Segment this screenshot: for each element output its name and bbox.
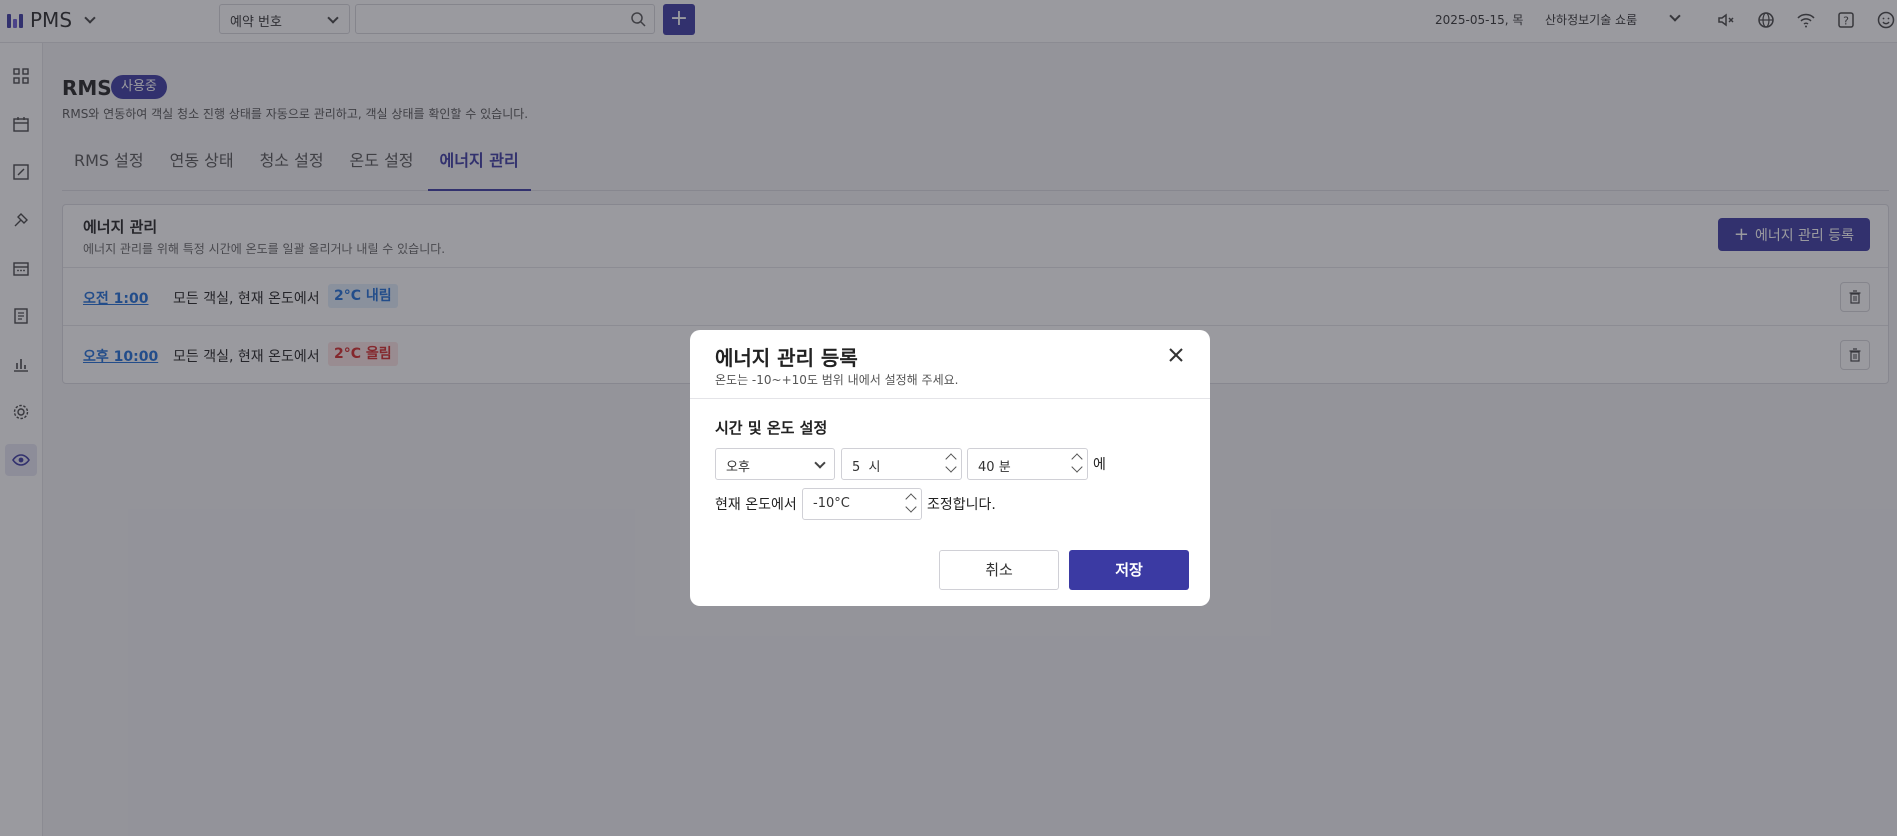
hour-value: 5 bbox=[852, 460, 861, 475]
hour-unit: 시 bbox=[868, 460, 881, 475]
minute-stepper[interactable]: 40 분 bbox=[967, 448, 1088, 480]
chevron-down-icon bbox=[814, 457, 826, 469]
dialog-subtitle: 온도는 -10~+10도 범위 내에서 설정해 주세요. bbox=[715, 373, 959, 387]
save-button[interactable]: 저장 bbox=[1069, 550, 1189, 590]
chevron-down-icon[interactable] bbox=[1071, 461, 1083, 473]
minute-value: 40 bbox=[978, 460, 995, 475]
close-icon[interactable] bbox=[1166, 345, 1186, 365]
stepper-arrows[interactable] bbox=[1069, 450, 1085, 478]
dialog-title: 에너지 관리 등록 bbox=[715, 346, 858, 370]
minute-unit: 분 bbox=[998, 460, 1011, 475]
adjust-label: 조정합니다. bbox=[927, 497, 996, 513]
ampm-value: 오후 bbox=[726, 460, 750, 475]
ampm-select[interactable]: 오후 bbox=[715, 448, 835, 480]
cancel-button[interactable]: 취소 bbox=[939, 550, 1059, 590]
energy-register-dialog: 에너지 관리 등록 온도는 -10~+10도 범위 내에서 설정해 주세요. 시… bbox=[690, 330, 1210, 606]
chevron-down-icon[interactable] bbox=[945, 461, 957, 473]
current-temperature-label: 현재 온도에서 bbox=[715, 497, 797, 513]
time-suffix: 에 bbox=[1093, 457, 1106, 473]
chevron-down-icon[interactable] bbox=[905, 501, 917, 513]
section-label: 시간 및 온도 설정 bbox=[715, 419, 828, 437]
hour-stepper[interactable]: 5 시 bbox=[841, 448, 962, 480]
temperature-stepper[interactable]: -10°C bbox=[802, 488, 922, 520]
stepper-arrows[interactable] bbox=[903, 490, 919, 518]
temperature-value: -10°C bbox=[813, 496, 850, 511]
divider bbox=[690, 398, 1210, 399]
stepper-arrows[interactable] bbox=[943, 450, 959, 478]
